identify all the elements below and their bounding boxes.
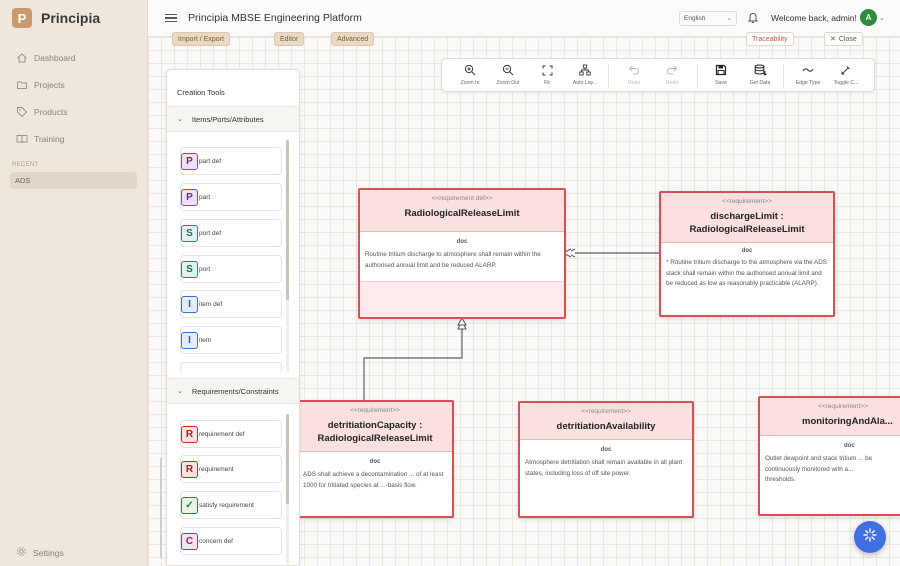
- requirement-node[interactable]: <<requirement>> detritiationAvailability…: [518, 401, 694, 518]
- concern-def-icon: C: [181, 532, 198, 550]
- stereotype-label: <<requirement>>: [722, 198, 772, 205]
- tile-label: requirement def: [199, 430, 245, 438]
- item-icon: I: [181, 331, 198, 349]
- section-items-ports-attributes[interactable]: ⌄ Items/Ports/Attributes: [167, 106, 299, 132]
- node-name: detritiationAvailability: [556, 421, 656, 432]
- tile-label: port: [199, 265, 211, 273]
- port-icon: S: [181, 260, 198, 278]
- arrowhead-icon: [457, 316, 467, 326]
- node-name: monitoringAndAla...: [802, 416, 893, 427]
- stereotype-label: <<requirement def>>: [431, 195, 493, 202]
- doc-text: Atmosphere detritiation shall remain ava…: [525, 459, 683, 477]
- tile-label: concern def: [199, 537, 233, 545]
- tool-requirement[interactable]: R requirement: [180, 455, 282, 483]
- tool-concern-def[interactable]: C concern def: [180, 527, 282, 555]
- tool-satisfy-requirement[interactable]: ✓ satisfy requirement: [180, 491, 282, 519]
- tile-label: part def: [199, 157, 222, 165]
- stereotype-label: <<requirement>>: [581, 408, 631, 415]
- part-icon: P: [181, 188, 198, 206]
- chevron-down-icon: ⌄: [177, 116, 183, 123]
- tool-part-def[interactable]: P part def: [180, 147, 282, 175]
- tool-port-def[interactable]: S port def: [180, 219, 282, 247]
- doc-text: * Routine tritium discharge to the atmos…: [666, 259, 828, 287]
- requirement-def-node[interactable]: <<requirement def>> RadiologicalReleaseL…: [358, 188, 566, 319]
- requirement-def-icon: R: [181, 425, 198, 443]
- node-name: dischargeLimit : RadiologicalReleaseLimi…: [689, 211, 805, 235]
- doc-text: Routine tritium discharge to atmosphere …: [365, 251, 541, 269]
- node-name: RadiologicalReleaseLimit: [404, 208, 520, 219]
- tile-label: part: [199, 193, 211, 201]
- tool-part[interactable]: P part: [180, 183, 282, 211]
- tool-requirement-def[interactable]: R requirement def: [180, 420, 282, 448]
- tile-label: item def: [199, 300, 223, 308]
- tool-item-def[interactable]: I item def: [180, 290, 282, 318]
- tile-label: port def: [199, 229, 222, 237]
- tool-port[interactable]: S port: [180, 255, 282, 283]
- tile-label: item: [199, 336, 212, 344]
- node-footer: [360, 281, 564, 317]
- tool-partial[interactable]: [180, 362, 282, 374]
- section-requirements-constraints[interactable]: ⌄ Requirements/Constraints: [167, 378, 299, 404]
- sparkle-icon: [863, 527, 877, 547]
- requirement-node[interactable]: <<requirement>> detritiationCapacity : R…: [296, 400, 454, 518]
- stereotype-label: <<requirement>>: [818, 403, 868, 410]
- tile-label: satisfy requirement: [199, 501, 254, 509]
- stereotype-label: <<requirement>>: [350, 407, 400, 414]
- part-def-icon: P: [181, 152, 198, 170]
- scrollbar-thumb[interactable]: [286, 140, 289, 300]
- creation-tools-panel: Creation Tools ⌄ Items/Ports/Attributes …: [166, 69, 300, 566]
- assistant-button[interactable]: [854, 521, 886, 553]
- section-label: Requirements/Constraints: [191, 386, 279, 396]
- section-label: Items/Ports/Attributes: [191, 114, 264, 124]
- tool-item[interactable]: I item: [180, 326, 282, 354]
- requirement-icon: R: [181, 460, 198, 478]
- doc-text: Outlet dewpoint and stack tritium ... be…: [765, 455, 873, 483]
- requirement-node[interactable]: <<requirement>> monitoringAndAla... doc …: [758, 396, 900, 516]
- requirement-node[interactable]: <<requirement>> dischargeLimit : Radiolo…: [659, 191, 835, 317]
- subsetting-edge[interactable]: [363, 320, 463, 400]
- tile-label: requirement: [199, 465, 234, 473]
- panel-title: Creation Tools: [177, 88, 225, 97]
- node-name: detritiationCapacity : RadiologicalRelea…: [317, 420, 433, 444]
- doc-text: ADS shall achieve a decontamination ... …: [303, 471, 444, 489]
- scrollbar-thumb[interactable]: [286, 414, 289, 504]
- panel-resize-handle[interactable]: [160, 458, 162, 558]
- item-def-icon: I: [181, 295, 198, 313]
- port-def-icon: S: [181, 224, 198, 242]
- checkmark-icon: ✓: [181, 496, 198, 514]
- chevron-down-icon: ⌄: [177, 388, 183, 395]
